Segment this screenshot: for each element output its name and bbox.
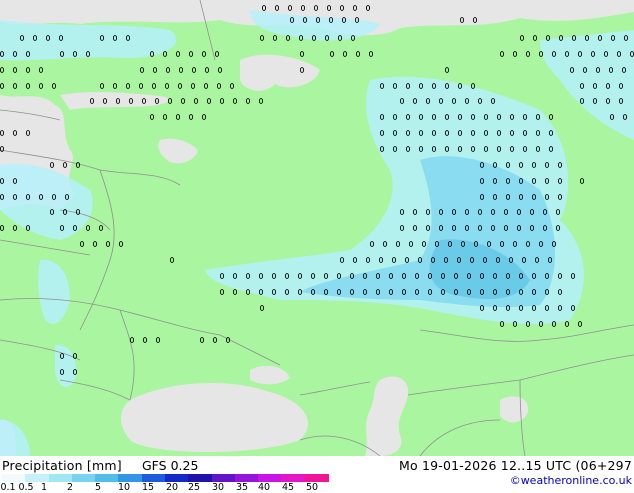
scale-cell [71,474,96,482]
scale-cell [258,474,283,482]
scale-tick-label: 2 [66,482,74,493]
scale-cell [25,474,50,482]
scale-cell [165,474,189,482]
scale-tick-label: 1 [40,482,48,493]
scale-cell [304,474,329,482]
scale-cell [95,474,120,482]
scale-cell [2,474,26,482]
scale-tick-label: 25 [187,482,201,493]
precipitation-map[interactable] [0,0,634,456]
scale-tick-label: 15 [141,482,155,493]
scale-tick-label: 0.1 [0,482,16,493]
scale-tick-label: 5 [94,482,102,493]
model-name: GFS 0.25 [142,458,199,473]
map-footer: Precipitation [mm] GFS 0.25 Mo 19-01-202… [0,456,634,493]
scale-cell [281,474,306,482]
scale-cell [118,474,143,482]
valid-time: Mo 19-01-2026 12..15 UTC (06+297 [398,458,632,473]
scale-cell [188,474,213,482]
scale-tick-label: 50 [305,482,319,493]
color-scale [2,474,329,482]
scale-tick-label: 45 [281,482,295,493]
scale-tick-label: 10 [117,482,131,493]
scale-tick-label: 0.5 [18,482,34,493]
credit-link[interactable]: ©weatheronline.co.uk [510,474,632,487]
scale-cell [234,474,259,482]
scale-cell [141,474,166,482]
scale-tick-label: 30 [211,482,225,493]
map-canvas [0,0,634,456]
map-title: Precipitation [mm] [2,458,122,473]
scale-cell [211,474,236,482]
scale-tick-label: 20 [165,482,179,493]
scale-cell [48,474,73,482]
scale-tick-label: 40 [257,482,271,493]
scale-tick-label: 35 [235,482,249,493]
